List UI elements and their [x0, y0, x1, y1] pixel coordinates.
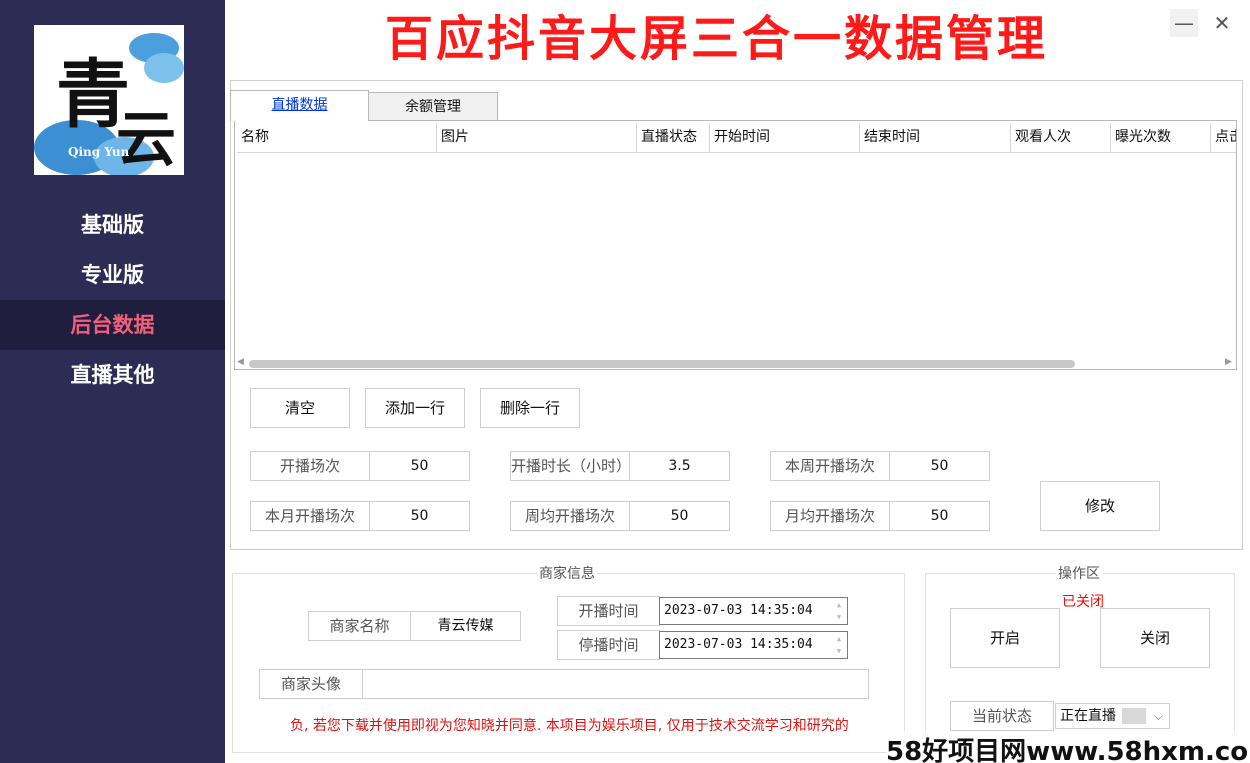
scroll-left-icon[interactable]: ◀: [237, 357, 244, 367]
tab-live-data[interactable]: 直播数据: [230, 90, 369, 121]
clear-button[interactable]: 清空: [250, 388, 350, 428]
column-header[interactable]: 观看人次: [1011, 123, 1111, 153]
week-avg-field[interactable]: 50: [629, 501, 730, 531]
tab-balance[interactable]: 余额管理: [368, 92, 498, 120]
avatar-field[interactable]: [362, 669, 869, 699]
close-button[interactable]: 关闭: [1100, 608, 1210, 668]
live-hours-field[interactable]: 3.5: [629, 451, 730, 481]
month-count-label: 本月开播场次: [250, 501, 370, 531]
close-icon[interactable]: ✕: [1208, 9, 1236, 37]
live-hours-label: 开播时长（小时）: [510, 451, 631, 481]
stop-time-picker[interactable]: 2023-07-03 14:35:04 ▲ ▼: [659, 631, 848, 659]
stop-time-value: 2023-07-03 14:35:04: [664, 637, 813, 652]
column-header[interactable]: 结束时间: [860, 123, 1011, 153]
status-closed-text: 已关闭: [1062, 594, 1104, 610]
merchant-name-field[interactable]: 青云传媒: [410, 611, 521, 641]
current-status-value: 正在直播: [1060, 708, 1116, 724]
stop-time-label: 停播时间: [557, 630, 660, 660]
open-button[interactable]: 开启: [950, 608, 1060, 668]
column-header[interactable]: 曝光次数: [1111, 123, 1211, 153]
start-time-value: 2023-07-03 14:35:04: [664, 603, 813, 618]
sidebar: 青 云 Qing Yun 基础版 专业版 后台数据 直播其他: [0, 0, 225, 763]
merchant-name-label: 商家名称: [308, 611, 411, 641]
month-count-field[interactable]: 50: [369, 501, 470, 531]
grid-header: 名称 图片 直播状态 开始时间 结束时间 观看人次 曝光次数 点击: [237, 123, 1236, 153]
add-row-button[interactable]: 添加一行: [365, 388, 465, 428]
logo-char-yun: 云: [116, 105, 176, 175]
spin-arrows-icon[interactable]: ▲ ▼: [834, 599, 844, 623]
week-avg-label: 周均开播场次: [510, 501, 630, 531]
minimize-icon[interactable]: —: [1170, 9, 1198, 37]
merchant-section-title: 商家信息: [537, 563, 597, 583]
operation-section-title: 操作区: [1056, 563, 1102, 583]
nav-basic[interactable]: 基础版: [0, 200, 225, 250]
month-avg-label: 月均开播场次: [770, 501, 890, 531]
column-header[interactable]: 名称: [237, 123, 437, 153]
spin-arrows-icon[interactable]: ▲ ▼: [834, 633, 844, 657]
column-header[interactable]: 开始时间: [710, 123, 860, 153]
app-title: 百应抖音大屏三合一数据管理: [385, 11, 1049, 67]
nav-pro[interactable]: 专业版: [0, 250, 225, 300]
column-header[interactable]: 图片: [437, 123, 637, 153]
live-count-field[interactable]: 50: [369, 451, 470, 481]
start-time-label: 开播时间: [557, 596, 660, 626]
live-count-label: 开播场次: [250, 451, 370, 481]
current-status-select[interactable]: 正在直播 ⌵: [1055, 703, 1170, 729]
nav-live-other[interactable]: 直播其他: [0, 350, 225, 400]
week-count-field[interactable]: 50: [889, 451, 990, 481]
tab-label: 直播数据: [271, 97, 328, 113]
logo-cloud: [144, 53, 184, 83]
disclaimer-notice: 负, 若您下载并使用即视为您知晓并同意. 本项目为娱乐项目, 仅用于技术交流学习…: [290, 718, 849, 734]
column-header[interactable]: 直播状态: [637, 123, 710, 153]
scroll-right-icon[interactable]: ▶: [1225, 357, 1232, 367]
nav-backend-data[interactable]: 后台数据: [0, 300, 225, 350]
chevron-down-icon[interactable]: ⌵: [1154, 704, 1163, 728]
month-avg-field[interactable]: 50: [889, 501, 990, 531]
logo-subtitle: Qing Yun: [68, 145, 130, 159]
week-count-label: 本周开播场次: [770, 451, 890, 481]
column-header[interactable]: 点击: [1211, 123, 1236, 153]
current-status-label: 当前状态: [950, 701, 1054, 731]
select-highlight: [1122, 708, 1146, 724]
modify-button[interactable]: 修改: [1040, 481, 1160, 531]
app-logo: 青 云 Qing Yun: [34, 25, 184, 175]
start-time-picker[interactable]: 2023-07-03 14:35:04 ▲ ▼: [659, 597, 848, 625]
avatar-label: 商家头像: [259, 669, 363, 699]
horizontal-scrollbar[interactable]: [249, 360, 1075, 368]
site-watermark: 58好项目网www.58hxm.com: [886, 731, 1250, 763]
data-grid[interactable]: 名称 图片 直播状态 开始时间 结束时间 观看人次 曝光次数 点击 ◀ ▶: [234, 120, 1237, 370]
tab-label: 余额管理: [405, 99, 461, 115]
delete-row-button[interactable]: 删除一行: [480, 388, 580, 428]
